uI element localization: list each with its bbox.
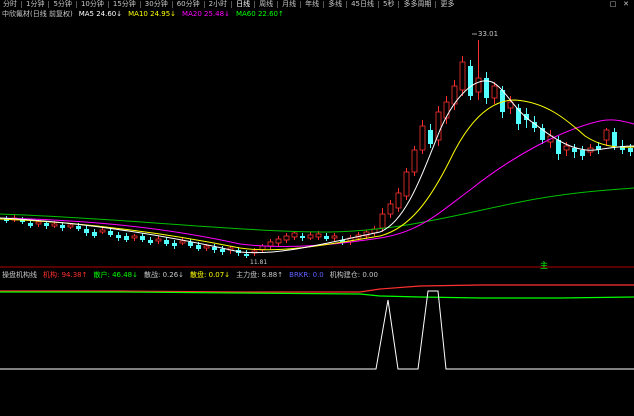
candle-body (67, 224, 74, 228)
candle-body (267, 241, 274, 247)
ma20-line (0, 119, 634, 247)
candle-body (516, 108, 521, 124)
candle-body (475, 77, 482, 93)
ma10-line (0, 99, 634, 251)
candle-body (468, 66, 473, 96)
candle-body (275, 238, 282, 244)
indicator-item-4: 主力盘: 8.88↑ (236, 271, 284, 279)
indicator-item-0: 机构: 94.38↑ (43, 271, 88, 279)
candle-body (108, 231, 113, 235)
candle-body (44, 223, 49, 226)
candle-body (51, 223, 58, 227)
candle-body (556, 140, 561, 154)
candlesticks (4, 40, 633, 258)
candle-body (179, 240, 186, 244)
candle-body (603, 129, 610, 141)
candle-body (196, 245, 201, 249)
candle-body (331, 235, 338, 239)
candle-body (188, 242, 193, 246)
low-price-label: 11.81 (250, 259, 267, 266)
candle-body (628, 148, 633, 152)
retail-line (0, 291, 634, 299)
candle-body (244, 254, 249, 256)
candle-body (324, 236, 329, 239)
candle-body (315, 233, 322, 238)
candle-body (140, 236, 145, 240)
candle-body (379, 213, 386, 229)
candle-body (307, 234, 314, 239)
indicator-item-1: 散户: 46.48↓ (93, 271, 139, 279)
candle-body (131, 235, 138, 239)
candle-body (124, 236, 129, 240)
candle-body (435, 111, 442, 141)
indicator-item-6: 机构建仓: 0.00 (329, 271, 378, 279)
candle-body (612, 132, 617, 146)
indicator-item-2: 散战: 0.26↓ (144, 271, 185, 279)
institution-line (0, 284, 634, 293)
candle-body (172, 243, 177, 246)
candle-body (155, 238, 162, 242)
candle-body (60, 225, 65, 228)
candle-body (419, 125, 426, 151)
candle-body (99, 229, 106, 233)
signal-line (0, 290, 634, 370)
candle-body (92, 232, 97, 236)
candle-body (580, 150, 585, 156)
candle-body (148, 240, 153, 243)
candle-body (84, 229, 89, 233)
candle-body (35, 221, 42, 225)
signal-marker: 主 (540, 260, 548, 270)
candle-body (428, 130, 433, 144)
candle-body (403, 171, 410, 197)
candle-body (28, 223, 33, 226)
kline-chart[interactable]: 33.01 11.81 主 (0, 0, 634, 416)
candle-body (283, 235, 290, 241)
candle-body (291, 232, 298, 238)
candle-body (212, 247, 217, 250)
candle-body (116, 235, 121, 238)
candle-body (572, 148, 577, 152)
ma5-line (0, 80, 634, 254)
candle-body (443, 101, 450, 119)
candle-body (563, 145, 570, 151)
indicator-legend: 操盘机构线 机构: 94.38↑ 散户: 46.48↓ 散战: 0.26↓ 散盘: 0… (2, 271, 378, 280)
candle-body (76, 226, 81, 229)
indicator-item-5: BRKR: 0.0 (289, 271, 324, 279)
indicator-name: 操盘机构线 (2, 271, 37, 279)
candle-body (491, 85, 498, 99)
high-price-label: 33.01 (478, 30, 498, 38)
candle-body (164, 240, 169, 244)
indicator-pane (0, 284, 634, 370)
candle-body (387, 203, 394, 215)
candle-body (220, 249, 225, 252)
candle-body (395, 192, 402, 209)
candle-body (203, 245, 210, 249)
candle-body (300, 236, 305, 238)
candle-body (411, 149, 418, 173)
indicator-item-3: 散盘: 0.07↓ (190, 271, 231, 279)
candle-body (459, 61, 466, 91)
